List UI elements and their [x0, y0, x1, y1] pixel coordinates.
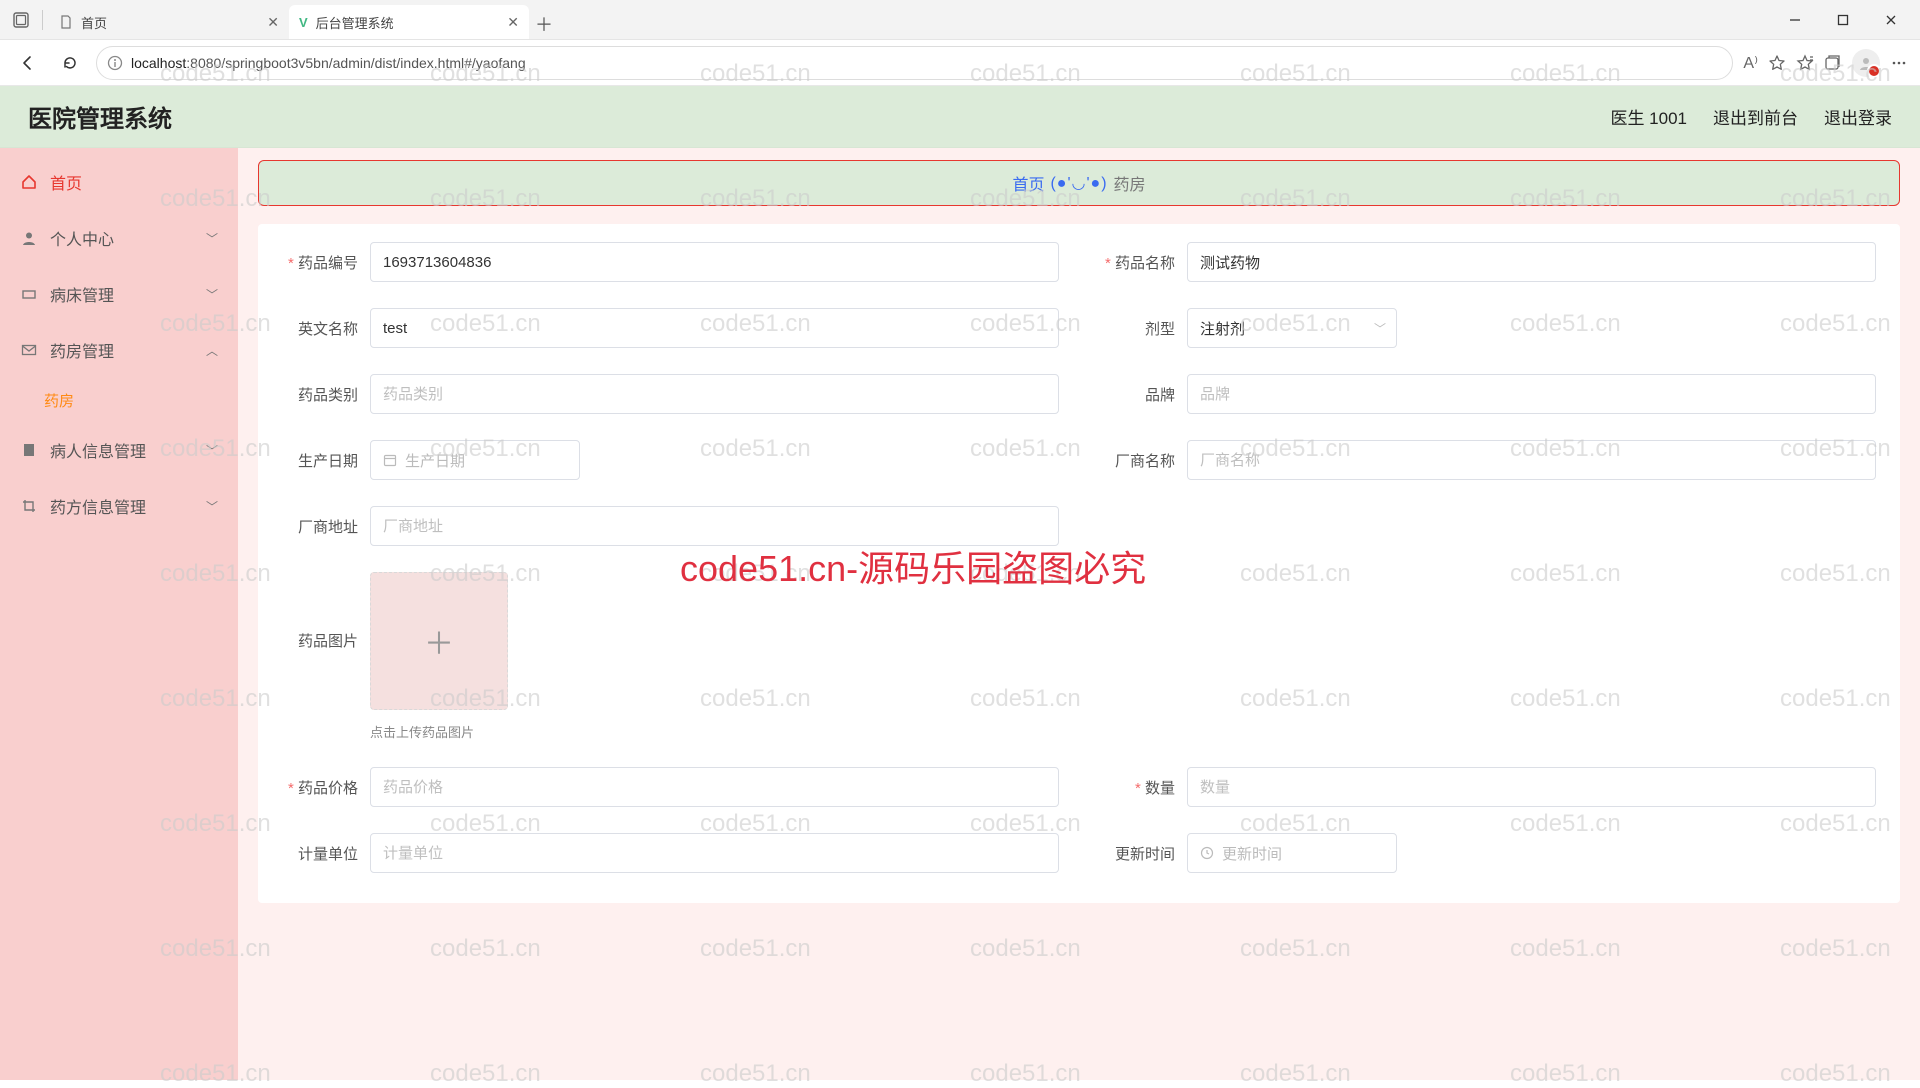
browser-addressbar: localhost:8080/springboot3v5bn/admin/dis…: [0, 40, 1920, 86]
current-user[interactable]: 医生 1001: [1610, 104, 1687, 129]
favorites-bar-icon[interactable]: [1796, 54, 1814, 72]
breadcrumb-face: (●'◡'●): [1050, 173, 1107, 193]
clock-icon: [1200, 846, 1214, 860]
calendar-icon: [383, 453, 397, 467]
read-aloud-icon[interactable]: A⁾: [1743, 53, 1758, 73]
sidebar-item-label: 病床管理: [50, 282, 114, 306]
select-dosage[interactable]: 注射剂 ﹀: [1187, 308, 1397, 348]
label-dosage: 剂型: [1099, 318, 1175, 339]
sidebar: 首页 个人中心 ﹀ 病床管理 ﹀ 药房管理 ︿ 药房 病人信: [0, 148, 238, 1080]
image-uploader[interactable]: ＋: [370, 572, 508, 710]
breadcrumb-current: 药房: [1114, 171, 1146, 195]
label-unit: 计量单位: [282, 843, 358, 864]
chevron-down-icon: ﹀: [206, 230, 218, 247]
app-topbar: 医院管理系统 医生 1001 退出到前台 退出登录: [0, 86, 1920, 148]
form-card: 药品编号 药品名称 英文名称 剂型: [258, 224, 1900, 903]
crop-icon: [20, 498, 38, 514]
close-icon[interactable]: ✕: [267, 14, 279, 31]
date-prod-date[interactable]: 生产日期: [370, 440, 580, 480]
sidebar-item-patients[interactable]: 病人信息管理 ﹀: [0, 422, 238, 478]
sidebar-item-profile[interactable]: 个人中心 ﹀: [0, 210, 238, 266]
app-brand: 医院管理系统: [28, 99, 172, 134]
chevron-down-icon: ﹀: [206, 442, 218, 459]
label-drug-name: 药品名称: [1099, 252, 1175, 273]
date-update-placeholder: 更新时间: [1222, 843, 1282, 864]
date-update-time[interactable]: 更新时间: [1187, 833, 1397, 873]
sidebar-sub-label: 药房: [44, 390, 74, 411]
url-text: localhost:8080/springboot3v5bn/admin/dis…: [131, 55, 526, 71]
sidebar-item-label: 个人中心: [50, 226, 114, 250]
sidebar-item-prescriptions[interactable]: 药方信息管理 ﹀: [0, 478, 238, 534]
window-close[interactable]: [1868, 4, 1914, 36]
chevron-up-icon: ︿: [206, 342, 218, 359]
input-brand[interactable]: [1187, 374, 1876, 414]
doc-icon: [20, 442, 38, 458]
sidebar-home-label: 首页: [50, 170, 82, 194]
sidebar-item-label: 病人信息管理: [50, 438, 146, 462]
home-icon: [20, 174, 38, 190]
chevron-down-icon: ﹀: [206, 286, 218, 303]
sidebar-item-beds[interactable]: 病床管理 ﹀: [0, 266, 238, 322]
mail-icon: [20, 342, 38, 358]
input-drug-name[interactable]: [1187, 242, 1876, 282]
date-prod-placeholder: 生产日期: [405, 450, 465, 471]
input-category[interactable]: [370, 374, 1059, 414]
label-brand: 品牌: [1099, 384, 1175, 405]
label-maker-name: 厂商名称: [1099, 450, 1175, 471]
breadcrumb-home[interactable]: 首页: [1012, 171, 1044, 195]
tab-home-label: 首页: [81, 13, 107, 32]
input-maker-name[interactable]: [1187, 440, 1876, 480]
nav-back-button[interactable]: [12, 47, 44, 79]
browser-titlebar: 首页 ✕ V 后台管理系统 ✕ ＋: [0, 0, 1920, 40]
sidebar-sub-pharmacy[interactable]: 药房: [0, 378, 238, 422]
bed-icon: [20, 286, 38, 302]
close-icon[interactable]: ✕: [507, 14, 519, 31]
user-icon: [20, 230, 38, 246]
plus-icon: ＋: [424, 619, 454, 663]
label-image: 药品图片: [282, 572, 358, 651]
label-maker-addr: 厂商地址: [282, 516, 358, 537]
window-minimize[interactable]: [1772, 4, 1818, 36]
chevron-down-icon: ﹀: [1374, 320, 1386, 337]
label-en-name: 英文名称: [282, 318, 358, 339]
tab-admin[interactable]: V 后台管理系统 ✕: [289, 5, 529, 39]
collections-icon[interactable]: [1824, 54, 1842, 72]
sidebar-item-label: 药房管理: [50, 338, 114, 362]
new-tab-button[interactable]: ＋: [529, 9, 559, 39]
favorite-icon[interactable]: [1768, 54, 1786, 72]
label-drug-no: 药品编号: [282, 252, 358, 273]
input-en-name[interactable]: [370, 308, 1059, 348]
breadcrumb: 首页 (●'◡'●) 药房: [258, 160, 1900, 206]
tabs-overview-icon[interactable]: [6, 5, 36, 35]
tab-admin-label: 后台管理系统: [316, 13, 394, 32]
menu-icon[interactable]: [1890, 54, 1908, 72]
sidebar-home[interactable]: 首页: [0, 154, 238, 210]
logout-button[interactable]: 退出登录: [1824, 104, 1892, 129]
url-field[interactable]: localhost:8080/springboot3v5bn/admin/dis…: [96, 46, 1733, 80]
vue-icon: V: [299, 15, 308, 30]
label-qty: 数量: [1099, 777, 1175, 798]
tab-home[interactable]: 首页 ✕: [49, 5, 289, 39]
nav-refresh-button[interactable]: [54, 47, 86, 79]
sidebar-item-pharmacy[interactable]: 药房管理 ︿: [0, 322, 238, 378]
input-qty[interactable]: [1187, 767, 1876, 807]
main-content: 首页 (●'◡'●) 药房 药品编号 药品名称: [238, 148, 1920, 1080]
input-price[interactable]: [370, 767, 1059, 807]
go-front-button[interactable]: 退出到前台: [1713, 104, 1798, 129]
input-maker-addr[interactable]: [370, 506, 1059, 546]
site-info-icon[interactable]: [107, 55, 123, 71]
upload-hint: 点击上传药品图片: [370, 722, 508, 741]
window-maximize[interactable]: [1820, 4, 1866, 36]
label-update-time: 更新时间: [1099, 843, 1175, 864]
select-dosage-value: 注射剂: [1200, 318, 1245, 339]
sidebar-item-label: 药方信息管理: [50, 494, 146, 518]
chevron-down-icon: ﹀: [206, 498, 218, 515]
label-category: 药品类别: [282, 384, 358, 405]
label-price: 药品价格: [282, 777, 358, 798]
input-unit[interactable]: [370, 833, 1059, 873]
page-icon: [59, 15, 73, 29]
input-drug-no[interactable]: [370, 242, 1059, 282]
label-prod-date: 生产日期: [282, 450, 358, 471]
profile-avatar[interactable]: [1852, 49, 1880, 77]
